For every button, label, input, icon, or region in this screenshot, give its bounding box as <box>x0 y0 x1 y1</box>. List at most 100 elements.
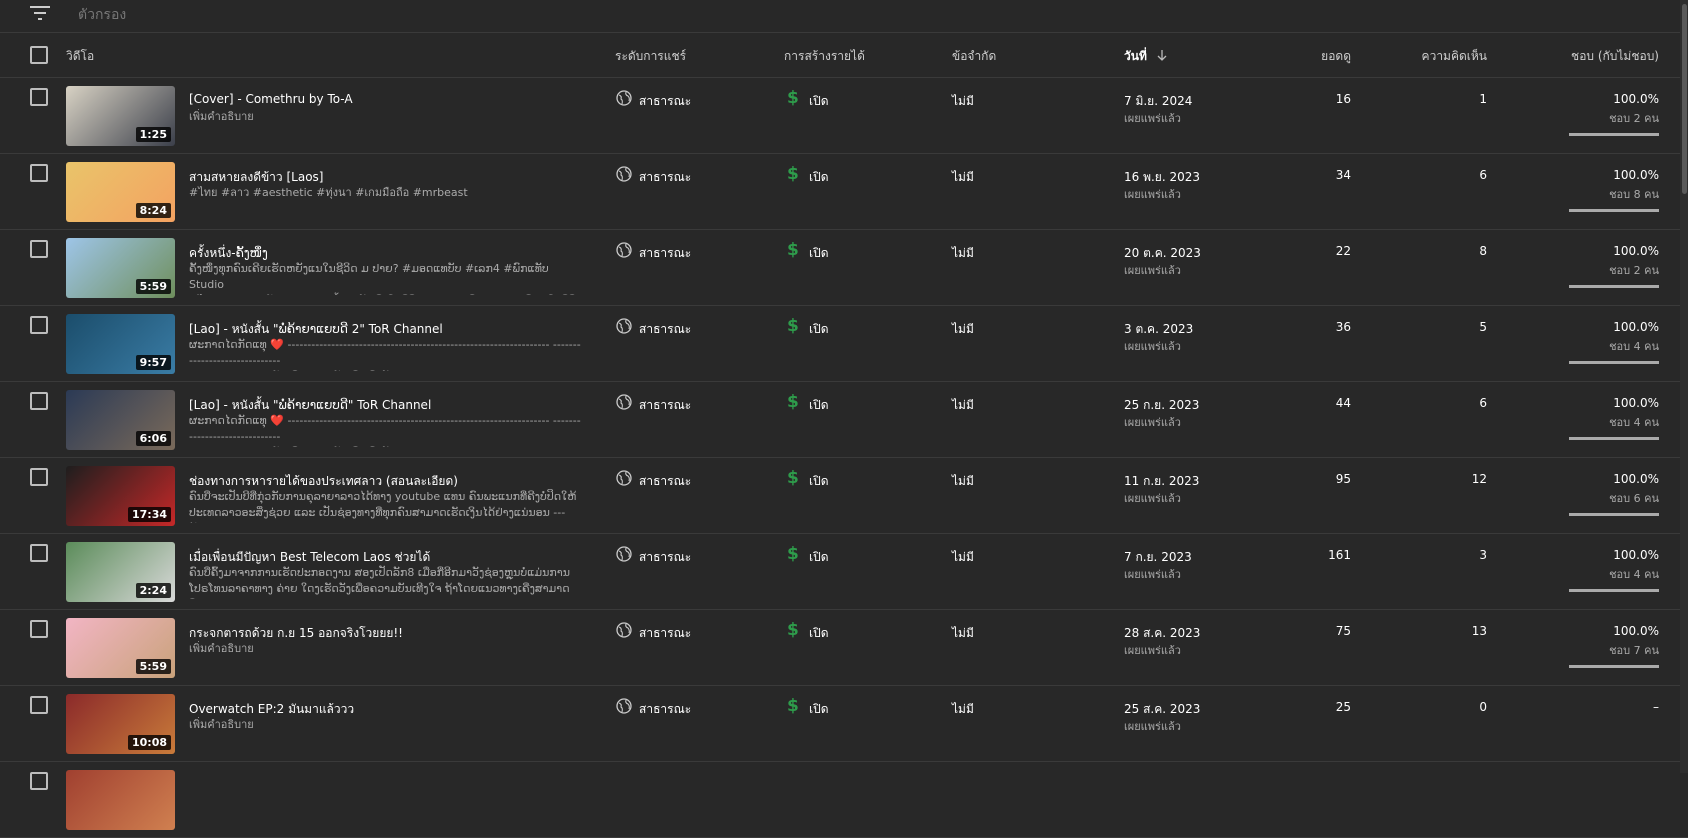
column-date[interactable]: วันที่ <box>1124 47 1167 66</box>
column-comments[interactable]: ความคิดเห็น <box>1422 47 1487 66</box>
publish-status: เผยแพร่แล้ว <box>1124 416 1181 429</box>
row-checkbox[interactable] <box>30 544 48 562</box>
likes-count: ชอบ 2 คน <box>1609 112 1659 125</box>
monetization-value[interactable]: เปิด <box>809 472 829 491</box>
likes-percentage: 100.0% <box>1613 244 1659 258</box>
duration-badge: 10:08 <box>127 735 171 750</box>
likes-ratio-fill <box>1569 437 1659 440</box>
likes-count: ชอบ 2 คน <box>1609 264 1659 277</box>
row-checkbox[interactable] <box>30 620 48 638</box>
column-likes[interactable]: ชอบ (กับไม่ชอบ) <box>1571 47 1659 66</box>
video-thumbnail[interactable]: 5:59 <box>66 618 175 678</box>
restrictions-value[interactable]: ไม่มี <box>952 700 974 719</box>
visibility-value[interactable]: สาธารณะ <box>639 472 691 491</box>
row-checkbox[interactable] <box>30 316 48 334</box>
restrictions-value[interactable]: ไม่มี <box>952 320 974 339</box>
row-checkbox[interactable] <box>30 164 48 182</box>
table-row[interactable]: 10:08 Overwatch EP:2 มันมาแล้ววว เพิ่มคำ… <box>0 686 1688 762</box>
restrictions-value[interactable]: ไม่มี <box>952 624 974 643</box>
video-description: ຜະກາດໄດກັດແທຸ ❤️ -----------------------… <box>189 414 581 447</box>
visibility-value[interactable]: สาธารณะ <box>639 92 691 111</box>
restrictions-value[interactable]: ไม่มี <box>952 548 974 567</box>
globe-icon <box>616 318 632 334</box>
table-row[interactable]: 5:59 ครั้งหนึ่ง-ຄັ້ງໜຶ່ງ ຄັ້ງໜຶ່ງທຸກຄົນເ… <box>0 230 1688 306</box>
select-all-checkbox[interactable] <box>30 46 48 64</box>
restrictions-value[interactable]: ไม่มี <box>952 472 974 491</box>
publish-status: เผยแพร่แล้ว <box>1124 492 1181 505</box>
table-row[interactable]: 6:06 [Lao] - หนังสั้น "ພໍ່ຄ້າຍາແຍບດີ" To… <box>0 382 1688 458</box>
video-thumbnail[interactable]: 1:25 <box>66 86 175 146</box>
filter-icon[interactable] <box>30 6 50 20</box>
publish-status: เผยแพร่แล้ว <box>1124 264 1181 277</box>
globe-icon <box>616 166 632 182</box>
likes-ratio-fill <box>1569 513 1659 516</box>
likes-ratio-fill <box>1569 665 1659 668</box>
visibility-value[interactable]: สาธารณะ <box>639 700 691 719</box>
monetization-value[interactable]: เปิด <box>809 396 829 415</box>
monetization-value[interactable]: เปิด <box>809 92 829 111</box>
column-monetization: การสร้างรายได้ <box>784 49 865 63</box>
dollar-icon: $ <box>787 316 799 336</box>
row-checkbox[interactable] <box>30 772 48 790</box>
comments-count: 6 <box>1479 168 1487 182</box>
video-thumbnail[interactable]: 5:59 <box>66 238 175 298</box>
monetization-value[interactable]: เปิด <box>809 244 829 263</box>
globe-icon <box>616 394 632 410</box>
row-checkbox[interactable] <box>30 468 48 486</box>
row-checkbox[interactable] <box>30 240 48 258</box>
likes-ratio-bar <box>1569 133 1659 136</box>
monetization-value[interactable]: เปิด <box>809 320 829 339</box>
sort-arrow-down-icon[interactable] <box>1157 50 1167 62</box>
row-checkbox[interactable] <box>30 392 48 410</box>
row-checkbox[interactable] <box>30 88 48 106</box>
likes-count: ชอบ 4 คน <box>1609 568 1659 581</box>
video-description: เพิ่มคำอธิบาย <box>189 642 254 655</box>
row-checkbox[interactable] <box>30 696 48 714</box>
video-title[interactable]: [Cover] - Comethru by To-A <box>189 92 353 106</box>
monetization-value[interactable]: เปิด <box>809 168 829 187</box>
monetization-value[interactable]: เปิด <box>809 548 829 567</box>
restrictions-value[interactable]: ไม่มี <box>952 396 974 415</box>
video-thumbnail[interactable]: 2:24 <box>66 542 175 602</box>
likes-ratio-bar <box>1569 361 1659 364</box>
scrollbar-thumb[interactable] <box>1682 4 1687 194</box>
video-description: ຜະກາດໄດກັດແທຸ ❤️ -----------------------… <box>189 338 581 371</box>
table-row[interactable] <box>0 762 1688 838</box>
visibility-value[interactable]: สาธารณะ <box>639 624 691 643</box>
likes-count: ชอบ 7 คน <box>1609 644 1659 657</box>
table-row[interactable]: 1:25 [Cover] - Comethru by To-A เพิ่มคำอ… <box>0 78 1688 154</box>
globe-icon <box>616 698 632 714</box>
table-row[interactable]: 5:59 กระจกตารถด้วย ก.ย 15 ออกจริงโวยยย!!… <box>0 610 1688 686</box>
video-thumbnail[interactable]: 17:34 <box>66 466 175 526</box>
table-row[interactable]: 9:57 [Lao] - หนังสั้น "ພໍ່ຄ້າຍາແຍບດີ 2" … <box>0 306 1688 382</box>
video-thumbnail[interactable] <box>66 770 175 830</box>
comments-count: 5 <box>1479 320 1487 334</box>
column-visibility: ระดับการแชร์ <box>615 49 687 63</box>
visibility-value[interactable]: สาธารณะ <box>639 548 691 567</box>
table-row[interactable]: 17:34 ช่องทางการหารายได้ของประเทศลาว (สอ… <box>0 458 1688 534</box>
visibility-value[interactable]: สาธารณะ <box>639 244 691 263</box>
column-video[interactable]: วิดีโอ <box>66 47 94 66</box>
likes-ratio-bar <box>1569 437 1659 440</box>
visibility-value[interactable]: สาธารณะ <box>639 320 691 339</box>
video-thumbnail[interactable]: 10:08 <box>66 694 175 754</box>
restrictions-value[interactable]: ไม่มี <box>952 92 974 111</box>
table-row[interactable]: 2:24 เมื่อเพื่อนมีปัญหา Best Telecom Lao… <box>0 534 1688 610</box>
publish-status: เผยแพร่แล้ว <box>1124 112 1181 125</box>
column-views[interactable]: ยอดดู <box>1321 47 1351 66</box>
restrictions-value[interactable]: ไม่มี <box>952 244 974 263</box>
monetization-value[interactable]: เปิด <box>809 700 829 719</box>
visibility-value[interactable]: สาธารณะ <box>639 168 691 187</box>
globe-icon <box>616 622 632 638</box>
video-thumbnail[interactable]: 9:57 <box>66 314 175 374</box>
filter-input[interactable]: ตัวกรอง <box>78 4 126 26</box>
video-thumbnail[interactable]: 6:06 <box>66 390 175 450</box>
globe-icon <box>616 242 632 258</box>
publish-status: เผยแพร่แล้ว <box>1124 340 1181 353</box>
dollar-icon: $ <box>787 240 799 260</box>
video-thumbnail[interactable]: 8:24 <box>66 162 175 222</box>
monetization-value[interactable]: เปิด <box>809 624 829 643</box>
restrictions-value[interactable]: ไม่มี <box>952 168 974 187</box>
visibility-value[interactable]: สาธารณะ <box>639 396 691 415</box>
table-row[interactable]: 8:24 สามสหายลงดีข้าว [Laos] #ไทย #ลาว #a… <box>0 154 1688 230</box>
